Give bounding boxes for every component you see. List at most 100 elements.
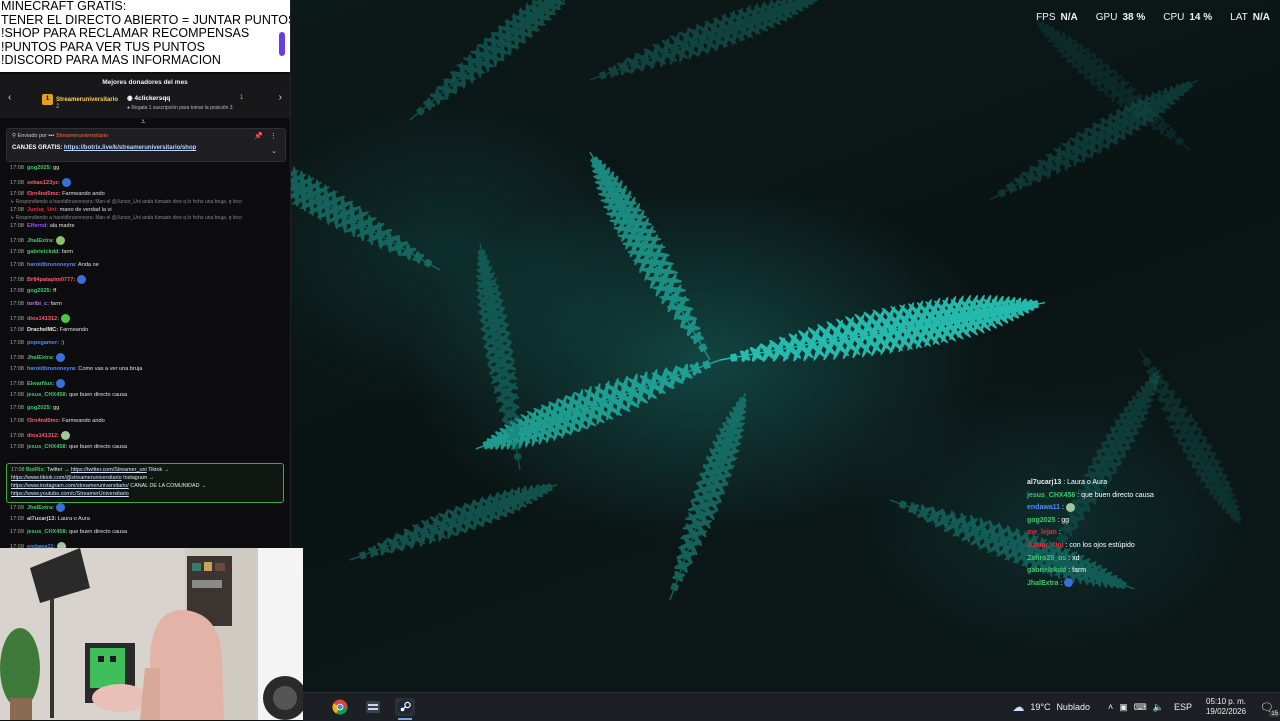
chat-username[interactable]: dios141312: <box>27 316 59 322</box>
chat-username[interactable]: Br84patapim0777: <box>27 277 75 283</box>
twitter-link[interactable]: https://twitter.com/Streamer_uni <box>71 467 147 473</box>
overlay-message: gog2025 : gg <box>1027 515 1277 528</box>
app-icon[interactable] <box>363 698 383 716</box>
speaker-icon[interactable]: 🔈 <box>1153 702 1164 713</box>
bot-line-2: https://www.tiktok.com/@streameruniversi… <box>11 475 154 481</box>
chat-username[interactable]: popegamer: <box>27 340 59 346</box>
chat-message: 17:08 dios141312: <box>10 431 71 440</box>
chevron-up-icon[interactable]: ˄ <box>1108 702 1113 712</box>
chat-timestamp: 17:08 <box>10 380 24 387</box>
fern-frond <box>409 0 587 121</box>
chat-text: ala madre <box>48 223 75 229</box>
chevron-right-icon[interactable]: › <box>279 92 282 103</box>
webcam-image <box>0 548 303 720</box>
overlay-message: Zafiro25_os : xd <box>1027 553 1277 566</box>
chat-timestamp: 17:08 <box>10 354 24 361</box>
overlay-message: gabrielckdd : farm <box>1027 565 1277 578</box>
overlay-username: JhalExtra <box>1027 579 1059 587</box>
chat-username[interactable]: f3rn4nd0mc: <box>27 191 61 197</box>
fern-frond <box>589 0 826 81</box>
stat-gpu: GPU 38 % <box>1095 12 1146 23</box>
chat-message: 17:08 ElwarNux: <box>10 379 66 388</box>
overlay-text: : Laura o Aura <box>1061 479 1108 486</box>
chat-text: Farmeando ando <box>60 418 105 424</box>
chat-username[interactable]: ElwarNux: <box>27 381 54 387</box>
chat-username[interactable]: DrachelMC: <box>27 327 58 333</box>
chevron-left-icon[interactable]: ‹ <box>8 92 11 103</box>
pin-icon[interactable]: 📌 <box>254 132 263 140</box>
chat-username[interactable]: gog2025: <box>27 405 52 411</box>
chat-username[interactable]: jesus_CHX458: <box>27 529 67 535</box>
chat-username[interactable]: gog2025: <box>27 165 52 171</box>
chevron-down-icon[interactable]: ⌄ <box>271 147 277 155</box>
weather-text[interactable]: Nublado <box>1056 702 1090 712</box>
overlay-username: endawa11 <box>1027 504 1061 512</box>
chat-username[interactable]: Junior_Uni: <box>27 207 58 213</box>
chat-username[interactable]: Elfernd: <box>27 223 48 229</box>
chat-username[interactable]: dios141312: <box>27 433 59 439</box>
chat-username[interactable]: gog2025: <box>27 288 52 294</box>
banner-scrollbar[interactable] <box>279 32 285 56</box>
overlay-message: Junior_Uni : con los ojos estúpido <box>1027 540 1277 553</box>
overlay-text: : <box>1056 529 1061 537</box>
chrome-icon[interactable] <box>330 698 350 716</box>
weather-temp[interactable]: 19°C <box>1030 702 1050 712</box>
chat-timestamp: 17:08 <box>10 340 24 346</box>
emote-icon <box>61 314 71 323</box>
cloud-icon[interactable]: ☁ <box>1012 700 1024 714</box>
youtube-link[interactable]: https://www.youtube.com/c/StreamerUniver… <box>11 491 129 497</box>
chat-username[interactable]: jesus_CHX458: <box>27 392 67 398</box>
emote-icon <box>56 379 66 388</box>
donor-first-name: Streameruniversitario <box>56 97 119 104</box>
bot-line-1: 17:08 BotRix: Twitter → https://twitter.… <box>11 467 170 473</box>
banner-line: MINECRAFT GRATIS: <box>1 0 127 13</box>
fern-frond <box>669 393 747 601</box>
chat-timestamp: 17:08 <box>10 418 24 424</box>
chat-username[interactable]: gabrielckdd: <box>27 249 60 255</box>
clock-time: 05:10 p. m. <box>1206 697 1247 706</box>
tiktok-link[interactable]: https://www.tiktok.com/@streameruniversi… <box>11 475 122 481</box>
chat-timestamp: 17:08 <box>10 165 24 171</box>
notification-count: 15 <box>1269 710 1280 717</box>
chat-username[interactable]: haroldbrunoneyra: <box>27 366 77 372</box>
chat-username[interactable]: jesus_CHX458: <box>27 444 67 450</box>
chat-timestamp: 17:08 <box>10 327 24 333</box>
banner-line: TENER EL DIRECTO ABIERTO = JUNTAR PUNTOS <box>1 12 290 27</box>
reply-context: ↳ Respondiendo a haroldbrunoneyra: Man e… <box>10 199 242 205</box>
instagram-link[interactable]: https://www.instagram.com/streameruniver… <box>11 483 129 489</box>
clock[interactable]: 05:10 p. m. 19/02/2026 <box>1206 697 1246 717</box>
chat-username[interactable]: f3rn4nd0mc: <box>27 418 61 424</box>
chat-message: 17:08 jesus_CHX458: que buen directo caus… <box>10 392 127 399</box>
chat-username[interactable]: toribi_c: <box>27 301 49 307</box>
language-indicator[interactable]: ESP <box>1174 702 1192 712</box>
chat-message: 17:08 gabrielckdd: farm <box>10 249 73 256</box>
chat-username[interactable]: haroldbrunoneyra: <box>27 262 77 268</box>
emote-icon <box>56 503 66 512</box>
overlay-username: me_lejan <box>1027 529 1057 537</box>
chat-username[interactable]: JhalExtra: <box>27 505 54 511</box>
chat-username[interactable]: JhalExtra: <box>27 355 54 361</box>
pinned-message: ⚲ Enviado por ▪▪▪ Streameruniversitario … <box>6 128 286 162</box>
notification-icon[interactable]: 🗨 15 <box>1260 701 1280 717</box>
stream-chat-panel: MINECRAFT GRATIS: TENER EL DIRECTO ABIER… <box>0 0 291 551</box>
steam-icon[interactable] <box>395 698 415 716</box>
chat-username[interactable]: al7ucarj13: <box>27 516 56 522</box>
overlay-message: jesus_CHX456 : que buen directo causa <box>1027 490 1277 503</box>
chat-text: Anda oe <box>76 262 99 268</box>
network-icon[interactable]: ⌨ <box>1134 702 1147 713</box>
chat-timestamp: 17:08 <box>10 288 24 294</box>
chat-timestamp: 17:08 <box>10 223 24 229</box>
overlay-username: gabrielckdd <box>1027 567 1067 575</box>
pinned-sender: ⚲ Enviado por ▪▪▪ Streameruniversitario <box>12 133 109 139</box>
pinned-link[interactable]: https://botrix.live/k/streameruniversita… <box>64 145 196 151</box>
webcam-feed <box>0 548 303 720</box>
chat-message: 17:08 gog2025: gg <box>10 165 59 172</box>
emote-icon <box>61 178 71 187</box>
donor-second-count: 1 <box>240 95 244 101</box>
chat-username[interactable]: sebas123yz: <box>27 180 60 186</box>
chat-text: gg <box>51 405 60 411</box>
collapse-icon[interactable]: ⩡ <box>141 117 146 127</box>
tray-app-icon[interactable]: ▣ <box>1119 702 1128 713</box>
more-options-icon[interactable]: ⋮ <box>270 132 277 140</box>
chat-username[interactable]: JhalExtra: <box>27 238 54 244</box>
